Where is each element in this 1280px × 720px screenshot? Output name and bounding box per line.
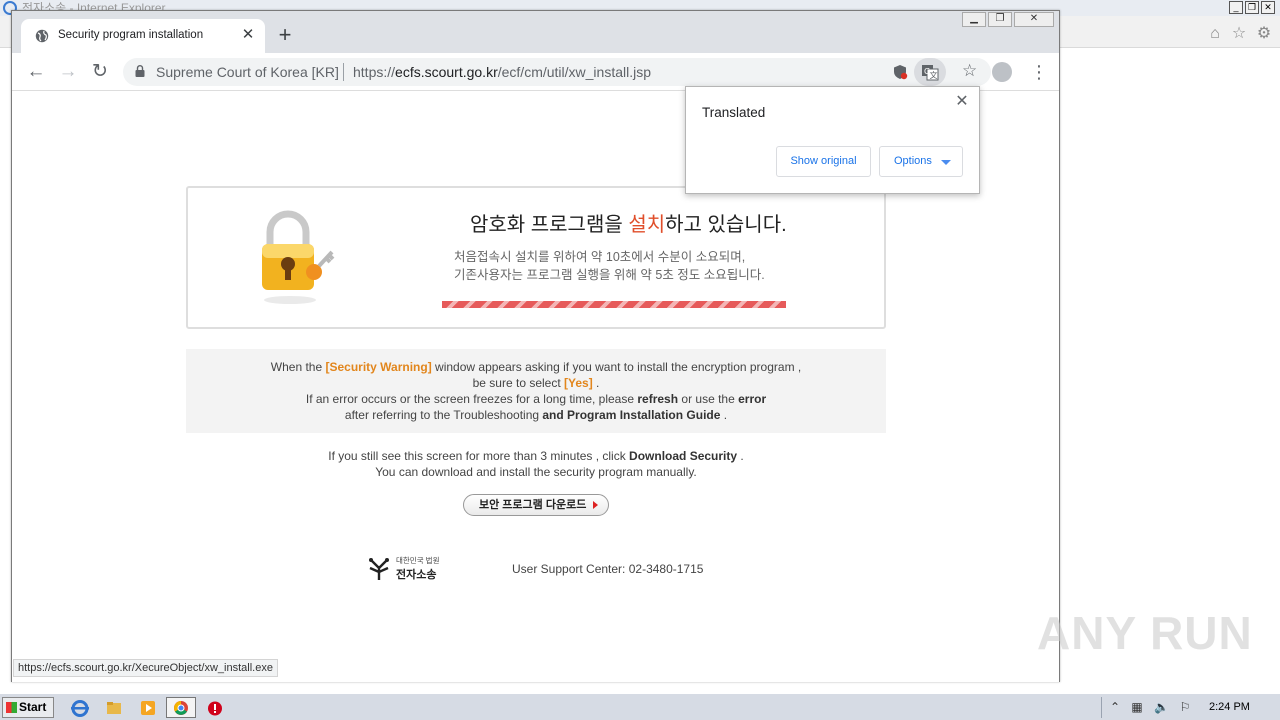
svg-text:文: 文 [930, 70, 938, 80]
install-progress-bar [442, 301, 786, 308]
taskbar-chrome-icon[interactable] [166, 697, 196, 718]
taskbar: Start ⌃ ▦ 🔈 ⚐ 2:24 PM [0, 693, 1280, 720]
url-text[interactable]: https://ecfs.scourt.go.kr/ecf/cm/util/xw… [353, 64, 651, 80]
site-origin-label: Supreme Court of Korea [KR] [156, 64, 339, 80]
show-original-button[interactable]: Show original [776, 146, 871, 177]
ie-home-icon[interactable]: ⌂ [1206, 25, 1224, 43]
chevron-down-icon [941, 160, 951, 165]
ie-favorites-icon[interactable]: ☆ [1230, 25, 1248, 43]
tab-strip: Security program installation ✕ + ▁ ❐ ✕ [12, 11, 1059, 53]
translate-popup: Translated ✕ Show original Options [685, 86, 980, 194]
tray-volume-icon[interactable]: 🔈 [1154, 700, 1169, 714]
back-arrow-icon[interactable]: ← [25, 61, 47, 83]
install-description: 처음접속시 설치를 위하여 약 10초에서 수분이 소요되며, 기존사용자는 프… [454, 250, 765, 282]
tray-action-center-flag-icon[interactable]: ⚐ [1178, 700, 1192, 714]
translate-popup-title: Translated [702, 105, 766, 120]
user-support-center: User Support Center: 02-3480-1715 [512, 562, 704, 576]
play-arrow-icon [593, 501, 598, 509]
install-panel: 암호화 프로그램을 설치하고 있습니다. 처음접속시 설치를 위하여 약 10초… [186, 186, 886, 329]
ie-tools-gear-icon[interactable]: ⚙ [1255, 25, 1273, 43]
reload-icon[interactable]: ↻ [89, 61, 111, 83]
security-warning-notice: When the [Security Warning] window appea… [186, 349, 886, 433]
padlock-key-icon [262, 210, 335, 304]
taskbar-clock[interactable]: 2:24 PM [1209, 701, 1250, 713]
profile-avatar-icon[interactable] [992, 62, 1012, 82]
court-emblem-icon [369, 558, 389, 580]
blocked-content-shield-icon[interactable] [890, 62, 910, 82]
address-bar[interactable]: Supreme Court of Korea [KR] https://ecfs… [123, 58, 991, 86]
chrome-restore-button[interactable]: ❐ [988, 12, 1012, 27]
translate-options-button[interactable]: Options [879, 146, 963, 177]
install-title: 암호화 프로그램을 설치하고 있습니다. [470, 214, 787, 236]
globe-icon [35, 29, 49, 43]
taskbar-explorer-folder-icon[interactable] [98, 697, 128, 718]
bookmark-star-icon[interactable]: ☆ [962, 61, 977, 81]
chrome-minimize-button[interactable]: ▁ [962, 12, 986, 27]
tab-close-icon[interactable]: ✕ [239, 26, 257, 44]
manual-download-note: If you still see this screen for more th… [328, 449, 744, 479]
taskbar-ie-icon[interactable] [64, 697, 94, 718]
taskbar-warning-icon[interactable] [200, 697, 230, 718]
ie-minimize-button[interactable]: _ [1229, 1, 1243, 14]
taskbar-media-player-icon[interactable] [132, 697, 162, 718]
anyrun-watermark: ANY RUN [1037, 607, 1253, 659]
download-security-button[interactable]: 보안 프로그램 다운로드 [463, 494, 609, 516]
court-logo: 대한민국 법원 전자소송 [366, 554, 446, 584]
forward-arrow-icon[interactable]: → [57, 61, 79, 83]
start-button[interactable]: Start [2, 697, 54, 718]
url-separator [343, 63, 344, 81]
status-bar-url: https://ecfs.scourt.go.kr/XecureObject/x… [13, 659, 278, 677]
windows-flag-icon [6, 702, 17, 713]
new-tab-button[interactable]: + [274, 24, 296, 47]
ie-close-button[interactable]: ✕ [1261, 1, 1275, 14]
tab-security-install[interactable]: Security program installation ✕ [21, 19, 265, 53]
ie-restore-button[interactable]: ❐ [1245, 1, 1259, 14]
translate-icon: G 文 [922, 65, 939, 81]
tray-expand-chevron-icon[interactable]: ⌃ [1108, 700, 1122, 714]
close-icon[interactable]: ✕ [953, 93, 971, 111]
tray-network-icon[interactable]: ▦ [1130, 700, 1144, 714]
translate-button[interactable]: G 文 [914, 58, 946, 86]
tray-separator [1101, 697, 1102, 718]
tab-title: Security program installation [58, 29, 204, 41]
chrome-close-button[interactable]: ✕ [1014, 12, 1054, 27]
lock-icon[interactable] [135, 65, 145, 77]
chrome-menu-icon[interactable]: ⋮ [1030, 61, 1048, 83]
